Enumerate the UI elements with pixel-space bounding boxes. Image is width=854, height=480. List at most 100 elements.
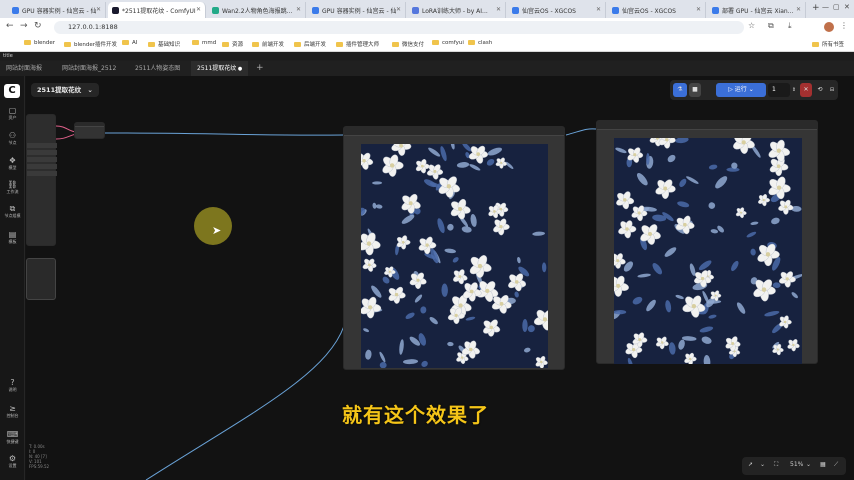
favicon-icon [612, 6, 619, 14]
menu-icon[interactable]: ⋮ [840, 21, 848, 30]
collapse-icon[interactable]: ⊟ [827, 83, 837, 97]
browser-tab[interactable]: 仙宫云OS - XGCOS ✕ [508, 2, 606, 18]
close-icon[interactable]: ✕ [696, 6, 701, 13]
select-tool-icon[interactable]: ➚ [748, 461, 753, 468]
workflow-tab[interactable]: 网站封面海报 [0, 61, 48, 76]
sidebar-item-label: 设置 [8, 463, 17, 468]
cancel-icon[interactable]: ✕ [800, 83, 812, 97]
browser-tab[interactable]: Wan2.2人物角色海报跳... ✕ [208, 2, 306, 18]
workflow-name-dropdown[interactable]: 2511提取花纹 ⌄ [31, 83, 99, 97]
browser-tab[interactable]: GPU 容器实例 - 仙宫云 - 仙 ✕ [8, 2, 106, 18]
bookmark-item[interactable]: AI [122, 40, 137, 46]
history-icon[interactable]: ⟲ [814, 83, 826, 97]
favicon-icon [512, 6, 519, 14]
stepper-arrows-icon[interactable]: ⇕ [790, 83, 798, 97]
bookmark-item[interactable]: comfyui [432, 40, 464, 46]
url-field[interactable]: 127.0.0.1:8188 [54, 21, 744, 34]
stat-line: FPS:59.52 [29, 464, 50, 469]
queue-mode-icon[interactable]: ⚗ [673, 83, 687, 97]
reload-icon[interactable]: ↻ [34, 21, 42, 31]
close-icon[interactable]: ✕ [596, 6, 601, 13]
workflow-tab-label: 网站封面海报 [6, 65, 43, 72]
sidebar-item[interactable]: ▢ 资产 [0, 106, 25, 121]
add-workflow-tab-icon[interactable]: + [250, 61, 270, 76]
close-icon[interactable]: ✕ [96, 6, 101, 13]
favicon-icon [12, 6, 19, 14]
bookmark-item[interactable]: 微信支付 [392, 40, 424, 48]
bookmark-item[interactable]: 基础知识 [148, 40, 180, 48]
bookmark-item[interactable]: blender插件开发 [64, 40, 117, 48]
extensions-icon[interactable]: ⧉ [768, 21, 774, 31]
chevron-down-icon[interactable]: ⌄ [806, 461, 811, 468]
workflow-tab-label: 网站封面海报_2512 [62, 65, 117, 72]
favicon-icon [112, 6, 119, 14]
browser-tab[interactable]: *2511提取花纹 - ComfyUI ✕ [108, 2, 206, 18]
close-icon[interactable]: ✕ [296, 6, 301, 13]
close-icon[interactable]: ✕ [796, 6, 801, 13]
chevron-down-icon[interactable]: ⌄ [760, 461, 765, 468]
profile-avatar[interactable] [824, 22, 834, 32]
browser-tab-label: 部署 GPU - 仙宫云 Xian... [722, 7, 794, 15]
browser-tab-label: 仙宫云OS - XGCOS [622, 7, 676, 15]
maximize-icon[interactable]: ▢ [833, 3, 840, 11]
bookmark-item[interactable]: blender [24, 40, 55, 46]
browser-tab-label: GPU 容器实例 - 仙宫云 - 仙 [22, 7, 97, 15]
bookmark-item[interactable]: 资源 [222, 40, 243, 48]
workflow-tab[interactable]: 网站封面海报_2512 [56, 61, 122, 76]
stop-square-icon[interactable]: ■ [689, 83, 701, 97]
window-close-icon[interactable]: ✕ [844, 3, 850, 11]
close-icon[interactable]: ✕ [396, 6, 401, 13]
queue-count-input[interactable]: 1 [768, 83, 790, 97]
fit-view-icon[interactable]: ⛶ [774, 461, 778, 469]
all-bookmarks[interactable]: 所有书签 [812, 40, 844, 48]
preview-image-node-1[interactable] [343, 126, 565, 370]
sidebar-item[interactable]: ▤ 模板 [0, 230, 25, 245]
sidebar-item[interactable]: ≥ 控制台 [0, 404, 25, 419]
address-bar-row: ← → ↻ 127.0.0.1:8188 ☆ ⧉ ⤓ ⋮ [0, 18, 854, 36]
forward-icon[interactable]: → [20, 21, 28, 31]
zoom-level[interactable]: 51% [790, 461, 803, 468]
run-button[interactable]: ▷ 运行 ⌄ [716, 83, 766, 97]
back-icon[interactable]: ← [6, 21, 14, 31]
bookmark-item[interactable]: mmd [192, 40, 216, 46]
minimap-icon[interactable]: ▦ [820, 461, 826, 468]
sidebar-item-label: 说明 [8, 387, 17, 392]
cube-icon: ▢ [8, 106, 17, 115]
browser-tab[interactable]: GPU 容器实例 - 仙宫云 - 仙 ✕ [308, 2, 406, 18]
close-icon[interactable]: ✕ [496, 6, 501, 13]
sidebar-item[interactable]: ⛓ 工作流 [0, 180, 25, 195]
minimize-icon[interactable]: — [822, 3, 829, 11]
browser-tab[interactable]: 部署 GPU - 仙宫云 Xian... ✕ [708, 2, 806, 18]
workflow-icon: ⛓ [7, 180, 18, 189]
chevron-down-icon: ⌄ [748, 86, 754, 93]
sidebar-item[interactable]: ⌨ 快捷键 [0, 430, 25, 445]
chevron-down-icon: ⌄ [87, 86, 93, 94]
bookmark-item[interactable]: 插件管理大师 [336, 40, 379, 48]
sidebar-item[interactable]: ⧉ 节点组模 [0, 204, 25, 219]
bookmark-item[interactable]: 前端开发 [252, 40, 284, 48]
close-icon[interactable]: ✕ [196, 6, 201, 13]
sidebar-item[interactable]: ? 说明 [0, 378, 25, 393]
comfy-logo[interactable]: C [4, 84, 20, 98]
bookmark-item[interactable]: clash [468, 40, 492, 46]
workflow-tab-bar: 网站封面海报 网站封面海报_2512 2511人物姿态图 2511提取花纹 ● + [0, 61, 854, 76]
workflow-tab[interactable]: 2511提取花纹 ● [191, 61, 249, 76]
bookmark-item[interactable]: 后端开发 [294, 40, 326, 48]
loader-node-partial[interactable] [26, 114, 57, 246]
image-node-partial[interactable] [26, 258, 56, 300]
new-tab-icon[interactable]: + [812, 3, 820, 13]
download-icon[interactable]: ⤓ [788, 21, 792, 31]
help-icon: ? [10, 378, 15, 387]
link-visibility-icon[interactable]: ⟋ [834, 461, 838, 469]
workflow-tab[interactable]: 2511人物姿态图 [129, 61, 186, 76]
sidebar-item[interactable]: ❖ 模型 [0, 156, 25, 171]
sidebar-item[interactable]: ⚇ 节点 [0, 131, 25, 146]
browser-tab[interactable]: 仙宫云OS - XGCOS ✕ [608, 2, 706, 18]
star-icon[interactable]: ☆ [748, 21, 755, 30]
favicon-icon [412, 6, 419, 14]
model-icon: ❖ [8, 156, 17, 165]
sidebar-item[interactable]: ⚙ 设置 [0, 454, 25, 469]
preview-image-node-2[interactable] [596, 120, 818, 364]
browser-tab[interactable]: LoRA训练大师 - by AI... ✕ [408, 2, 506, 18]
reroute-node[interactable] [74, 122, 105, 139]
